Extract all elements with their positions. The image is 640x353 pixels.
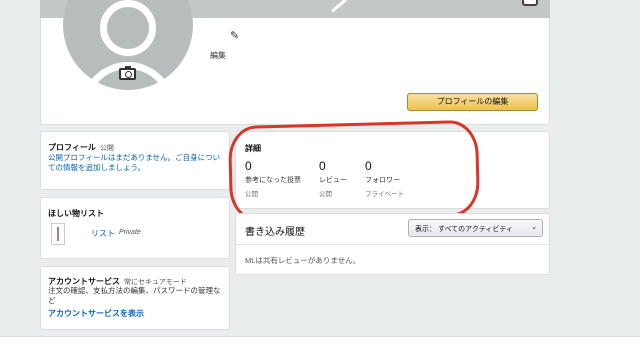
account-services-title: アカウントサービス (48, 277, 120, 286)
public-profile-title: プロフィール (48, 143, 96, 152)
account-services-link[interactable]: アカウントサービスを表示 (48, 308, 144, 319)
wishlist-privacy: Private (119, 229, 141, 236)
public-profile-status: 公開 (99, 145, 114, 152)
activity-empty-message: MLは共有レビューがありません。 (245, 256, 361, 265)
banner-camera-icon[interactable] (522, 0, 538, 6)
page-footer (0, 336, 640, 353)
activity-filter-value: すべてのアクティビティ (437, 226, 513, 233)
wishlist-title: ほしい物リスト (48, 209, 104, 218)
public-profile-card: プロフィール 公開 公開プロフィールはまだありません。ご自身についての情報を追加し… (40, 131, 230, 190)
activity-filter-dropdown[interactable]: 表示： すべてのアクティビティ ⌄ (408, 219, 543, 237)
wishlist-link[interactable]: リスト (91, 228, 115, 239)
public-profile-heading: プロフィール 公開 (48, 142, 114, 153)
activity-card: 書き込み履歴 表示： すべてのアクティビティ ⌄ MLは共有レビューがありません… (235, 213, 550, 275)
chevron-down-icon: ⌄ (531, 224, 537, 231)
wishlist-thumbnail[interactable] (51, 223, 65, 245)
pencil-icon[interactable]: ✎ (230, 29, 239, 42)
activity-title: 書き込み履歴 (245, 227, 305, 238)
activity-filter-label: 表示： (415, 226, 436, 233)
wishlist-card: ほしい物リスト リスト Private (40, 197, 230, 259)
edit-profile-button[interactable]: プロフィールの編集 (407, 93, 538, 111)
divider (236, 244, 549, 245)
edit-link[interactable]: 編集 (210, 50, 226, 61)
avatar-head-silhouette (100, 0, 156, 56)
account-services-card: アカウントサービス 常にセキュアモード 注文の確認、支払方法の編集、パスワードの管… (40, 266, 230, 330)
public-profile-message[interactable]: 公開プロフィールはまだありません。ご自身についての情報を追加しましょう。 (48, 153, 226, 173)
account-services-description: 注文の確認、支払方法の編集、パスワードの管理など (48, 286, 221, 305)
account-secure-mode: 常にセキュアモード (124, 279, 187, 286)
annotation-circle (227, 119, 481, 223)
avatar-camera-icon[interactable] (119, 66, 136, 80)
